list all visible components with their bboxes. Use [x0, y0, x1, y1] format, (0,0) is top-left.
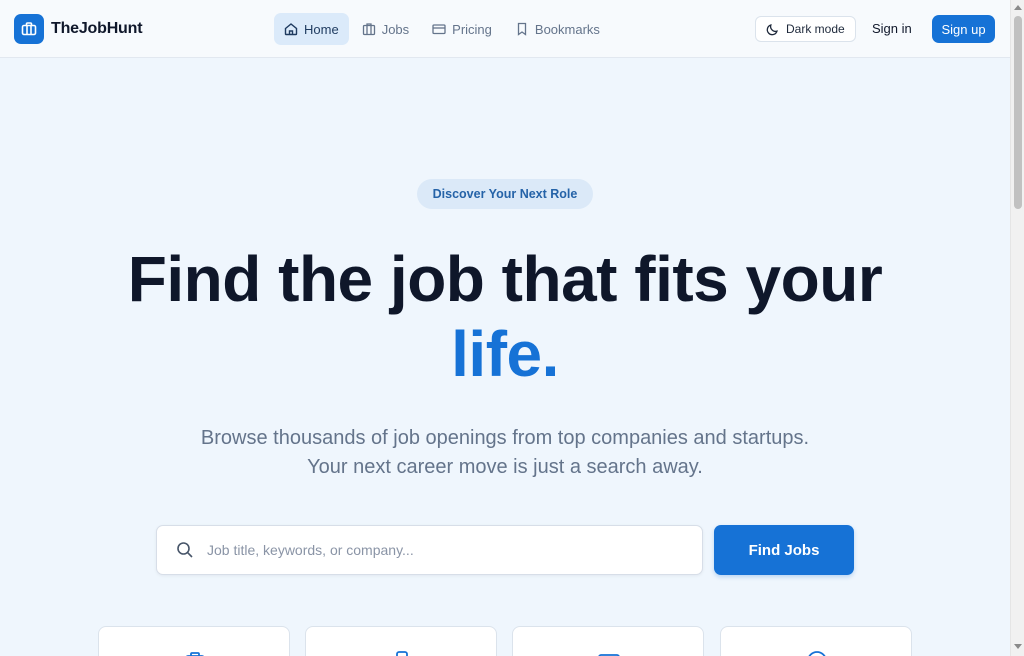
find-jobs-button[interactable]: Find Jobs: [714, 525, 854, 575]
nav-item-label: Bookmarks: [534, 21, 600, 37]
search-input[interactable]: [207, 542, 667, 558]
feature-card[interactable]: [512, 626, 704, 656]
brand-name: TheJobHunt: [51, 20, 143, 37]
dark-mode-toggle[interactable]: Dark mode: [755, 16, 856, 42]
clock-icon: [805, 649, 829, 656]
briefcase-icon: [183, 649, 207, 656]
dark-mode-label: Dark mode: [786, 22, 845, 36]
hero-title: Find the job that fits your life.: [40, 242, 970, 392]
hero-title-main: Find the job that fits your: [127, 243, 883, 315]
building-icon: [362, 22, 376, 36]
moon-icon: [766, 23, 779, 36]
home-icon: [284, 22, 298, 36]
hero-subtitle: Browse thousands of job openings from to…: [100, 424, 910, 482]
page-scrollbar[interactable]: [1010, 0, 1024, 656]
card-icon: [597, 649, 621, 656]
nav-item-bookmarks[interactable]: Bookmarks: [505, 13, 610, 45]
nav-item-label: Jobs: [381, 21, 410, 37]
bookmark-icon: [515, 22, 529, 36]
sign-up-button[interactable]: Sign up: [932, 15, 995, 43]
scroll-up-arrow-icon[interactable]: [1014, 5, 1022, 10]
brand[interactable]: TheJobHunt: [14, 14, 143, 44]
hero-title-accent: life.: [451, 318, 559, 390]
sign-in-link[interactable]: Sign in: [872, 21, 912, 36]
scroll-down-arrow-icon[interactable]: [1014, 644, 1022, 649]
hero-subtitle-line2: Your next career move is just a search a…: [307, 456, 703, 478]
credit-card-icon: [432, 22, 446, 36]
nav-item-jobs[interactable]: Jobs: [352, 13, 419, 45]
hero-subtitle-line1: Browse thousands of job openings from to…: [200, 427, 810, 449]
feature-card[interactable]: [720, 626, 912, 656]
briefcase-icon: [14, 14, 44, 44]
feature-card[interactable]: [98, 626, 290, 656]
nav-item-home[interactable]: Home: [274, 13, 349, 45]
device-icon: [390, 649, 414, 656]
scroll-thumb[interactable]: [1014, 16, 1022, 209]
top-navbar: TheJobHunt Home Jobs Pricing Bookmarks D…: [0, 0, 1010, 58]
nav-item-label: Pricing: [452, 21, 492, 37]
nav-item-pricing[interactable]: Pricing: [422, 13, 502, 45]
hero-badge: Discover Your Next Role: [417, 179, 593, 209]
nav-item-label: Home: [304, 21, 339, 37]
search-box: [156, 525, 703, 575]
search-icon: [176, 541, 194, 559]
main-nav: Home Jobs Pricing Bookmarks: [274, 13, 613, 45]
feature-card[interactable]: [305, 626, 497, 656]
